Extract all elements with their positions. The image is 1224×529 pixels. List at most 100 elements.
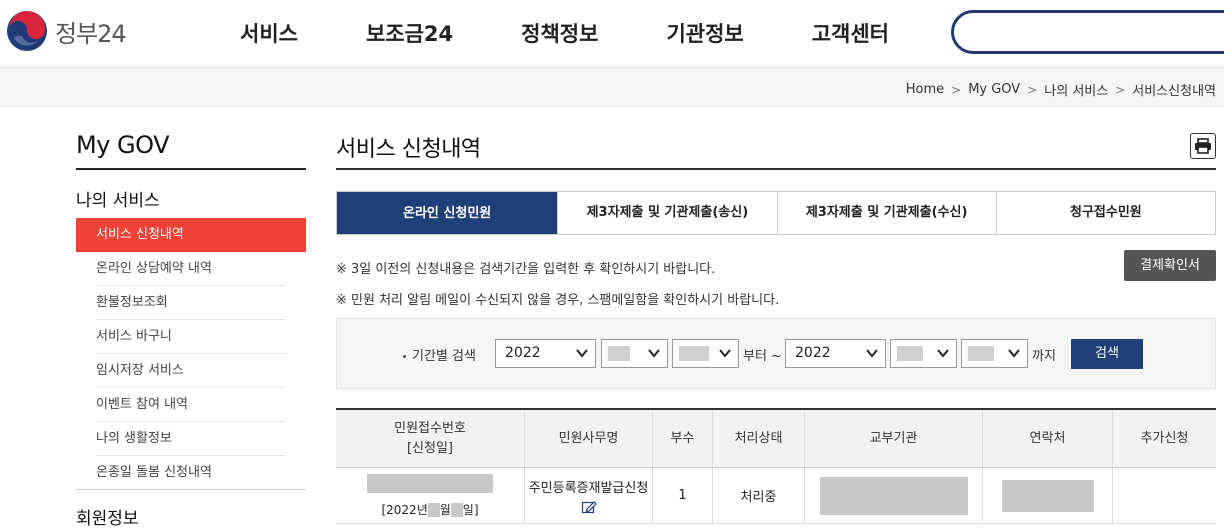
chevron-right-icon: > bbox=[1027, 82, 1038, 97]
search-button[interactable]: 검색 bbox=[1071, 339, 1143, 369]
chevron-down-icon bbox=[648, 349, 660, 358]
nav-agency[interactable]: 기관정보 bbox=[632, 0, 777, 68]
cell-receipt-no: [2022년 월 일] bbox=[336, 468, 524, 523]
sidebar-item-temp-saved[interactable]: 임시저장 서비스 bbox=[76, 354, 306, 388]
sidebar-item-service-history[interactable]: 서비스 신청내역 bbox=[76, 218, 306, 252]
service-name[interactable]: 주민등록증재발급신청 bbox=[529, 477, 649, 496]
table-row[interactable]: [2022년 월 일] 주민등록증재발급신청 1 처리중 bbox=[336, 468, 1216, 524]
tab-third-party-received[interactable]: 제3자제출 및 기관제출(수신) bbox=[776, 192, 996, 234]
from-year-value: 2022 bbox=[505, 345, 541, 361]
sidebar-item-label: 서비스 신청내역 bbox=[96, 227, 184, 242]
column-header-issuing-agency: 교부기관 bbox=[804, 410, 982, 467]
sidebar-item-events[interactable]: 이벤트 참여 내역 bbox=[76, 388, 306, 422]
sidebar-item-label: 온종일 돌봄 신청내역 bbox=[96, 465, 212, 480]
breadcrumb: Home > My GOV > 나의 서비스 > 서비스신청내역 bbox=[906, 80, 1216, 99]
from-month-select[interactable] bbox=[601, 339, 668, 368]
chevron-down-icon bbox=[866, 349, 878, 358]
sidebar-section-member[interactable]: 회원정보 bbox=[76, 490, 306, 529]
cell-contact bbox=[982, 468, 1112, 523]
redacted-value bbox=[968, 346, 994, 361]
chevron-down-icon bbox=[719, 349, 731, 358]
redacted-value bbox=[679, 346, 709, 361]
from-year-select[interactable]: 2022 bbox=[495, 339, 596, 368]
cell-service-name: 주민등록증재발급신청 bbox=[524, 468, 652, 523]
payment-confirmation-button[interactable]: 결제확인서 bbox=[1124, 250, 1216, 281]
chevron-down-icon bbox=[937, 349, 949, 358]
printer-icon bbox=[1195, 138, 1211, 154]
sidebar-list: 서비스 신청내역 온라인 상담예약 내역 환불정보조회 서비스 바구니 임시저장… bbox=[76, 218, 306, 490]
sidebar-item-label: 환불정보조회 bbox=[96, 295, 168, 310]
chevron-right-icon: > bbox=[951, 82, 962, 97]
logo[interactable]: 정부24 bbox=[6, 10, 127, 52]
column-header-contact: 연락처 bbox=[982, 410, 1112, 467]
sidebar-item-consult-reservation[interactable]: 온라인 상담예약 내역 bbox=[76, 252, 306, 286]
sidebar-item-life-info[interactable]: 나의 생활정보 bbox=[76, 422, 306, 456]
search-input[interactable] bbox=[951, 10, 1224, 54]
to-day-select[interactable] bbox=[961, 339, 1028, 368]
sidebar-item-label: 이벤트 참여 내역 bbox=[96, 397, 188, 412]
sidebar-item-label: 서비스 바구니 bbox=[96, 329, 172, 344]
to-year-select[interactable]: 2022 bbox=[785, 339, 886, 368]
nav-policy[interactable]: 정책정보 bbox=[487, 0, 632, 68]
edit-icon[interactable] bbox=[581, 500, 597, 514]
to-year-value: 2022 bbox=[795, 345, 831, 361]
breadcrumb-mygov[interactable]: My GOV bbox=[968, 82, 1020, 97]
taegeuk-logo-icon bbox=[7, 11, 47, 51]
sidebar-item-refund[interactable]: 환불정보조회 bbox=[76, 286, 306, 320]
breadcrumb-bar: Home > My GOV > 나의 서비스 > 서비스신청내역 bbox=[0, 68, 1224, 107]
redacted-contact bbox=[1001, 479, 1094, 512]
page-title: 서비스 신청내역 bbox=[336, 107, 1216, 170]
sidebar-item-service-basket[interactable]: 서비스 바구니 bbox=[76, 320, 306, 354]
notice-text: ※ 민원 처리 알림 메일이 수신되지 않을 경우, 스팸메일함을 확인하시기 … bbox=[336, 293, 780, 308]
from-text: 부터 ~ bbox=[743, 349, 782, 364]
to-month-select[interactable] bbox=[890, 339, 957, 368]
main-nav: 서비스 보조금24 정책정보 기관정보 고객센터 bbox=[206, 0, 923, 68]
to-text: 까지 bbox=[1032, 349, 1056, 364]
tab-bar: 온라인 신청민원 제3자제출 및 기관제출(송신) 제3자제출 및 기관제출(수… bbox=[336, 191, 1216, 235]
period-search-panel: 기간별 검색 2022 부터 ~ 2022 까지 검색 bbox=[336, 318, 1216, 389]
cell-additional bbox=[1112, 468, 1216, 523]
cell-status: 처리중 bbox=[712, 468, 804, 523]
main-content: 서비스 신청내역 온라인 신청민원 제3자제출 및 기관제출(송신) 제3자제출… bbox=[336, 107, 1216, 524]
chevron-down-icon bbox=[1008, 349, 1020, 358]
redacted-value bbox=[608, 346, 630, 361]
table-header: 민원접수번호 [신청일] 민원사무명 부수 처리상태 교부기관 연락처 추가신청 bbox=[336, 408, 1216, 468]
nav-services[interactable]: 서비스 bbox=[206, 0, 332, 68]
sidebar-item-childcare[interactable]: 온종일 돌봄 신청내역 bbox=[76, 456, 306, 490]
column-header-receipt-no: 민원접수번호 [신청일] bbox=[336, 410, 524, 467]
column-header-line: 민원접수번호 bbox=[394, 420, 466, 436]
tab-online-applications[interactable]: 온라인 신청민원 bbox=[337, 192, 558, 234]
column-header-additional: 추가신청 bbox=[1112, 410, 1216, 467]
column-header-status: 처리상태 bbox=[712, 410, 804, 467]
sidebar: My GOV 나의 서비스 서비스 신청내역 온라인 상담예약 내역 환불정보조… bbox=[76, 107, 306, 529]
application-date: [2022년 월 일] bbox=[381, 502, 479, 517]
tab-claim-received[interactable]: 청구접수민원 bbox=[995, 192, 1215, 234]
cell-issuing-agency bbox=[804, 468, 982, 523]
header: 정부24 서비스 보조금24 정책정보 기관정보 고객센터 bbox=[0, 0, 1224, 68]
sidebar-item-label: 임시저장 서비스 bbox=[96, 363, 184, 378]
sidebar-item-label: 나의 생활정보 bbox=[96, 431, 172, 446]
redacted-value bbox=[897, 346, 923, 361]
period-search-label: 기간별 검색 bbox=[403, 345, 476, 364]
column-header-line: [신청일] bbox=[406, 440, 454, 456]
period-search-label-text: 기간별 검색 bbox=[412, 349, 476, 364]
sidebar-section-title: 나의 서비스 bbox=[76, 191, 160, 211]
logo-text: 정부24 bbox=[55, 19, 127, 48]
notice-text: ※ 3일 이전의 신청내용은 검색기간을 입력한 후 확인하시기 바랍니다. bbox=[336, 262, 716, 277]
applications-table: 민원접수번호 [신청일] 민원사무명 부수 처리상태 교부기관 연락처 추가신청… bbox=[336, 408, 1216, 524]
column-header-service: 민원사무명 bbox=[524, 410, 652, 467]
column-header-copies: 부수 bbox=[652, 410, 712, 467]
nav-customer-center[interactable]: 고객센터 bbox=[778, 0, 923, 68]
from-day-select[interactable] bbox=[672, 339, 739, 368]
chevron-down-icon bbox=[576, 349, 588, 358]
sidebar-item-label: 온라인 상담예약 내역 bbox=[96, 261, 212, 276]
nav-subsidy[interactable]: 보조금24 bbox=[332, 0, 487, 68]
breadcrumb-home[interactable]: Home bbox=[906, 82, 944, 97]
breadcrumb-my-services[interactable]: 나의 서비스 bbox=[1044, 80, 1108, 99]
redacted-agency bbox=[819, 476, 968, 515]
print-button[interactable] bbox=[1190, 133, 1216, 159]
redacted-receipt-number bbox=[367, 473, 493, 493]
tab-third-party-sent[interactable]: 제3자제출 및 기관제출(송신) bbox=[557, 192, 776, 234]
cell-copies: 1 bbox=[652, 468, 712, 523]
sidebar-title: My GOV bbox=[76, 107, 306, 170]
